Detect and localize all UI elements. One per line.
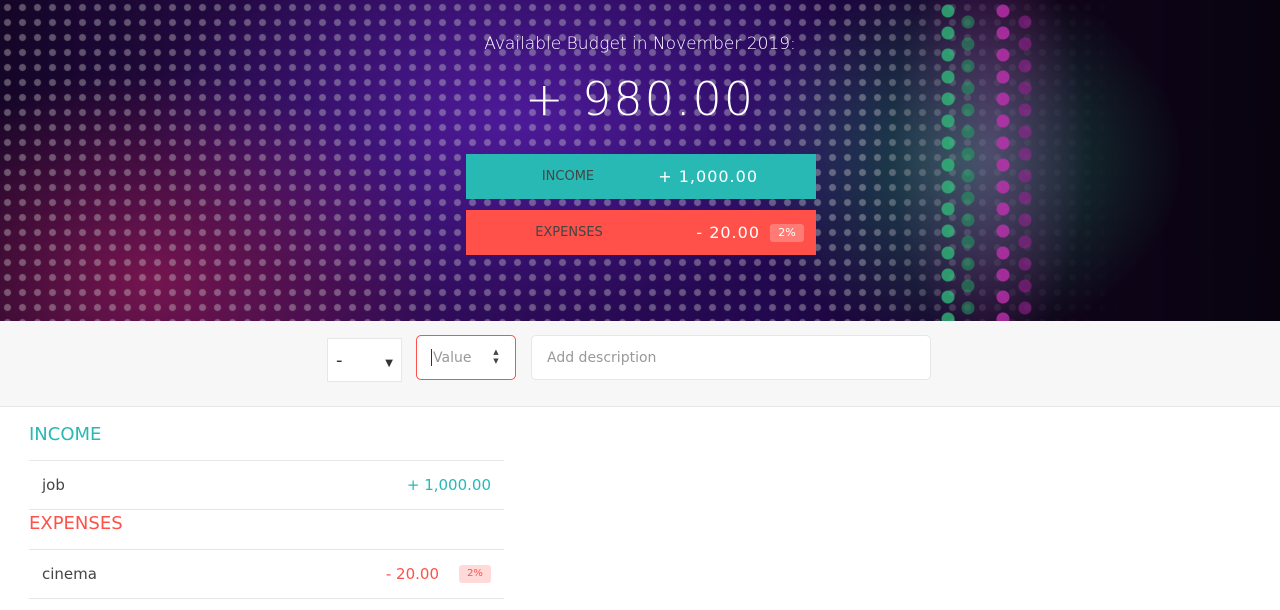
list-item[interactable]: cinema - 20.00 2% <box>29 550 504 599</box>
budget-income-value: + 1,000.00 <box>658 167 758 186</box>
budget-expenses-row: Expenses - 20.00 2% <box>466 210 816 255</box>
value-placeholder: Value <box>433 349 472 366</box>
expenses-list: Expenses cinema - 20.00 2% <box>29 512 504 599</box>
type-select[interactable]: - ▼ <box>327 338 402 382</box>
item-value: - 20.00 <box>385 565 439 583</box>
budget-expenses-label: Expenses <box>535 225 603 240</box>
description-input[interactable]: Add description <box>531 335 931 380</box>
add-item-bar: - ▼ Value ▲ ▼ Add description <box>0 321 1280 407</box>
budget-expenses-percentage: 2% <box>770 223 804 242</box>
item-description: job <box>42 476 65 494</box>
budget-expenses-value: - 20.00 <box>696 223 760 242</box>
budget-value: + 980.00 <box>524 72 756 126</box>
chevron-down-icon: ▼ <box>385 357 393 369</box>
budget-title: Available Budget in November 2019: <box>484 34 796 54</box>
text-cursor <box>431 349 432 366</box>
value-input[interactable]: Value ▲ ▼ <box>416 335 516 380</box>
income-list-title: Income <box>29 423 504 461</box>
description-placeholder: Add description <box>547 349 657 366</box>
budget-summary: Available Budget in November 2019: + 980… <box>0 0 1280 321</box>
expenses-list-title: Expenses <box>29 512 504 550</box>
item-value: + 1,000.00 <box>406 476 491 494</box>
item-percentage-badge: 2% <box>459 565 491 583</box>
spinner-arrows-icon[interactable]: ▲ ▼ <box>491 349 501 365</box>
type-select-value: - <box>336 349 343 371</box>
budget-income-label: Income <box>541 169 595 184</box>
item-description: cinema <box>42 565 97 583</box>
list-item[interactable]: job + 1,000.00 <box>29 461 504 510</box>
header-background: Available Budget in November 2019: + 980… <box>0 0 1280 321</box>
income-list: Income job + 1,000.00 <box>29 423 504 510</box>
budget-income-row: Income + 1,000.00 <box>466 154 816 199</box>
